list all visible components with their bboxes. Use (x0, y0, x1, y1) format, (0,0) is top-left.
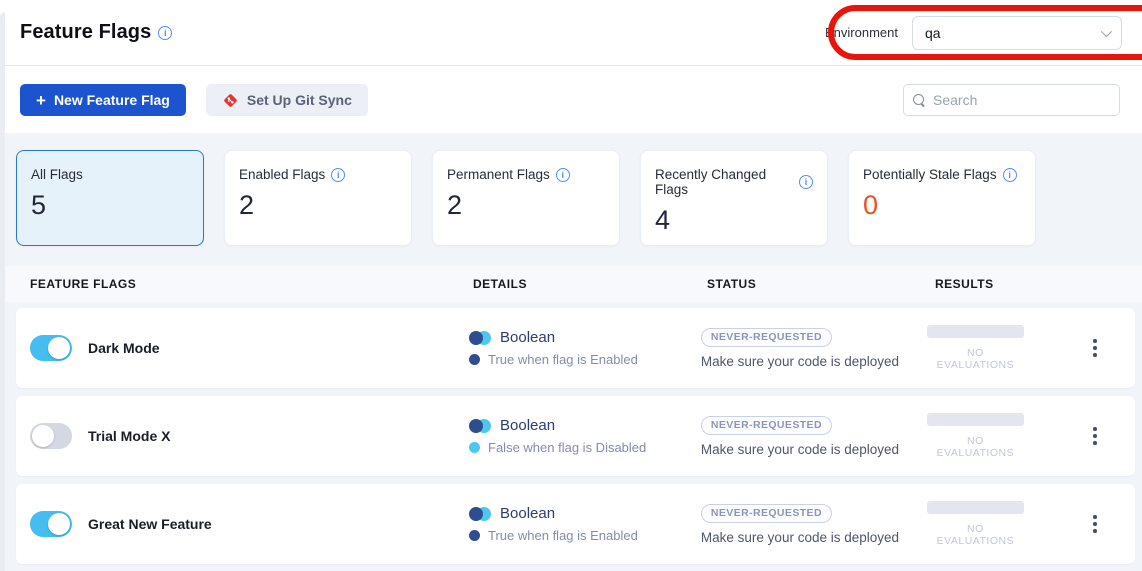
column-header-details: DETAILS (473, 277, 707, 291)
content-area: All Flags 5 Enabled Flags 2 Permanent Fl… (5, 133, 1142, 571)
plus-icon (36, 92, 46, 109)
boolean-type-icon (469, 331, 491, 345)
variation-bullet-icon (469, 354, 480, 365)
stat-label: Recently Changed Flags (655, 167, 793, 197)
flag-name[interactable]: Dark Mode (88, 340, 160, 356)
flag-type: Boolean (500, 417, 555, 434)
variation-bullet-icon (469, 442, 480, 453)
table-header: FEATURE FLAGS DETAILS STATUS RESULTS (5, 266, 1142, 302)
stat-label: Permanent Flags (447, 167, 550, 182)
boolean-type-icon (469, 507, 491, 521)
git-icon (222, 92, 239, 109)
kebab-menu-icon[interactable] (1085, 509, 1105, 539)
environment-label: Environment (825, 25, 898, 40)
environment-value: qa (925, 25, 941, 41)
flag-toggle[interactable] (30, 511, 72, 537)
stat-value: 0 (863, 190, 1021, 221)
page-header: Feature Flags Environment qa (5, 0, 1142, 66)
environment-select[interactable]: qa (912, 16, 1122, 50)
column-header-status: STATUS (707, 277, 935, 291)
stat-label: All Flags (31, 167, 83, 182)
boolean-type-icon (469, 419, 491, 433)
git-sync-button[interactable]: Set Up Git Sync (206, 84, 368, 116)
chevron-down-icon (1101, 25, 1112, 36)
git-sync-label: Set Up Git Sync (247, 92, 352, 108)
table-row: Trial Mode X Boolean False when flag is … (16, 396, 1135, 476)
stat-value: 2 (239, 190, 397, 221)
stat-card-all-flags[interactable]: All Flags 5 (16, 150, 204, 246)
variation-bullet-icon (469, 530, 480, 541)
results-bar (927, 325, 1024, 338)
status-text: Make sure your code is deployed (701, 530, 927, 545)
column-header-results: RESULTS (935, 277, 994, 291)
info-icon[interactable] (331, 168, 345, 182)
results-bar (927, 501, 1024, 514)
kebab-menu-icon[interactable] (1085, 421, 1105, 451)
stat-label: Enabled Flags (239, 167, 325, 182)
flag-name[interactable]: Great New Feature (88, 516, 212, 532)
table-row: Great New Feature Boolean True when flag… (16, 484, 1135, 564)
stat-label: Potentially Stale Flags (863, 167, 997, 182)
title-wrap: Feature Flags (20, 21, 172, 44)
info-icon[interactable] (158, 26, 172, 40)
flag-rows: Dark Mode Boolean True when flag is Enab… (16, 308, 1135, 571)
status-text: Make sure your code is deployed (701, 354, 927, 369)
info-icon[interactable] (799, 175, 813, 189)
flag-toggle[interactable] (30, 335, 72, 361)
stat-card-enabled-flags[interactable]: Enabled Flags 2 (224, 150, 412, 246)
flag-type: Boolean (500, 329, 555, 346)
environment-group: Environment qa (825, 16, 1122, 50)
flag-type: Boolean (500, 505, 555, 522)
stat-card-potentially-stale-flags[interactable]: Potentially Stale Flags 0 (848, 150, 1036, 246)
status-badge: NEVER-REQUESTED (701, 416, 832, 435)
table-row: Dark Mode Boolean True when flag is Enab… (16, 308, 1135, 388)
new-feature-flag-button[interactable]: New Feature Flag (20, 84, 186, 116)
search-box (903, 84, 1120, 116)
results-label: NO EVALUATIONS (927, 347, 1024, 371)
stat-value: 4 (655, 205, 813, 236)
kebab-menu-icon[interactable] (1085, 333, 1105, 363)
flag-toggle[interactable] (30, 423, 72, 449)
status-badge: NEVER-REQUESTED (701, 328, 832, 347)
page-title: Feature Flags (20, 21, 151, 44)
status-text: Make sure your code is deployed (701, 442, 927, 457)
new-feature-flag-label: New Feature Flag (54, 92, 170, 108)
info-icon[interactable] (556, 168, 570, 182)
info-icon[interactable] (1003, 168, 1017, 182)
results-bar (927, 413, 1024, 426)
column-header-feature-flags: FEATURE FLAGS (30, 277, 473, 291)
stat-value: 5 (31, 190, 189, 221)
stat-value: 2 (447, 190, 605, 221)
stat-card-permanent-flags[interactable]: Permanent Flags 2 (432, 150, 620, 246)
stat-card-recently-changed-flags[interactable]: Recently Changed Flags 4 (640, 150, 828, 246)
search-input[interactable] (933, 92, 1114, 108)
toolbar: New Feature Flag Set Up Git Sync (5, 67, 1142, 133)
stats-row: All Flags 5 Enabled Flags 2 Permanent Fl… (16, 150, 1036, 246)
search-icon (913, 94, 926, 107)
variation-text: True when flag is Enabled (488, 528, 638, 543)
results-label: NO EVALUATIONS (927, 435, 1024, 459)
results-label: NO EVALUATIONS (927, 523, 1024, 547)
variation-text: True when flag is Enabled (488, 352, 638, 367)
flag-name[interactable]: Trial Mode X (88, 428, 170, 444)
variation-text: False when flag is Disabled (488, 440, 646, 455)
feature-flags-page: Feature Flags Environment qa New Feature… (0, 0, 1142, 571)
status-badge: NEVER-REQUESTED (701, 504, 832, 523)
